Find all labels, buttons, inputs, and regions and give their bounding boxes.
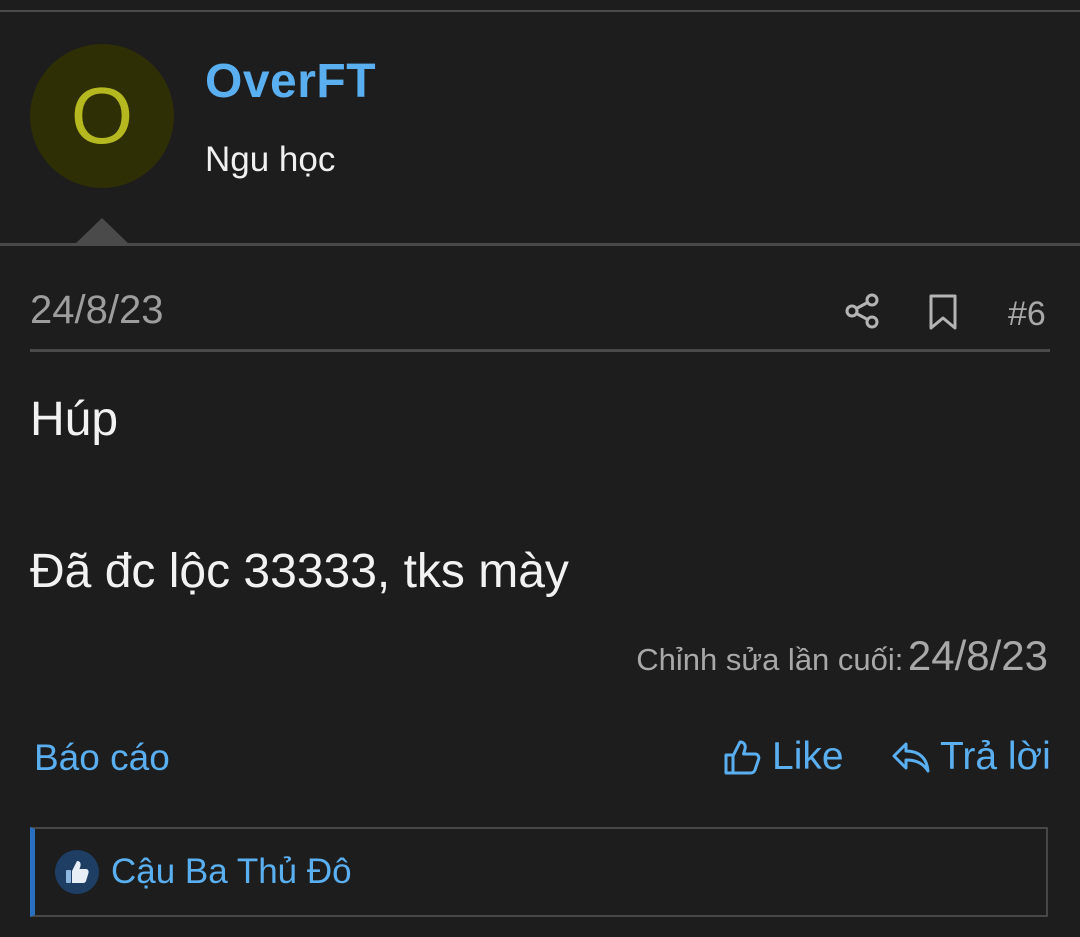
post-user-header: O OverFT Ngu học (0, 12, 1080, 244)
reply-label: Trả lời (940, 735, 1051, 778)
last-edited-label: Chỉnh sửa lần cuối: (636, 642, 904, 677)
report-button[interactable]: Báo cáo (34, 737, 170, 779)
like-label: Like (772, 735, 844, 778)
last-edited-date: 24/8/23 (907, 632, 1048, 679)
post-body-line: Húp (30, 393, 119, 446)
username[interactable]: OverFT (205, 54, 376, 109)
post-body-line: Đã đc lộc 33333, tks mày (30, 545, 569, 598)
header-pointer (74, 218, 130, 245)
header-divider (0, 243, 1080, 246)
reaction-user[interactable]: Cậu Ba Thủ Đô (111, 852, 352, 892)
bookmark-icon[interactable] (926, 293, 960, 331)
meta-divider (30, 349, 1050, 352)
user-title: Ngu học (205, 140, 336, 179)
avatar[interactable]: O (30, 44, 174, 188)
reply-arrow-icon (892, 742, 930, 773)
thumbs-up-icon (724, 740, 761, 775)
avatar-letter: O (70, 71, 134, 160)
last-edited: Chỉnh sửa lần cuối: 24/8/23 (636, 632, 1048, 680)
post-date[interactable]: 24/8/23 (30, 288, 163, 333)
thumbs-up-icon (55, 850, 99, 894)
post-number[interactable]: #6 (1008, 295, 1046, 334)
reply-button[interactable]: Trả lời (890, 735, 1051, 779)
reaction-bar[interactable]: Cậu Ba Thủ Đô (30, 827, 1048, 917)
like-button[interactable]: Like (722, 735, 844, 779)
share-icon[interactable] (843, 292, 881, 330)
